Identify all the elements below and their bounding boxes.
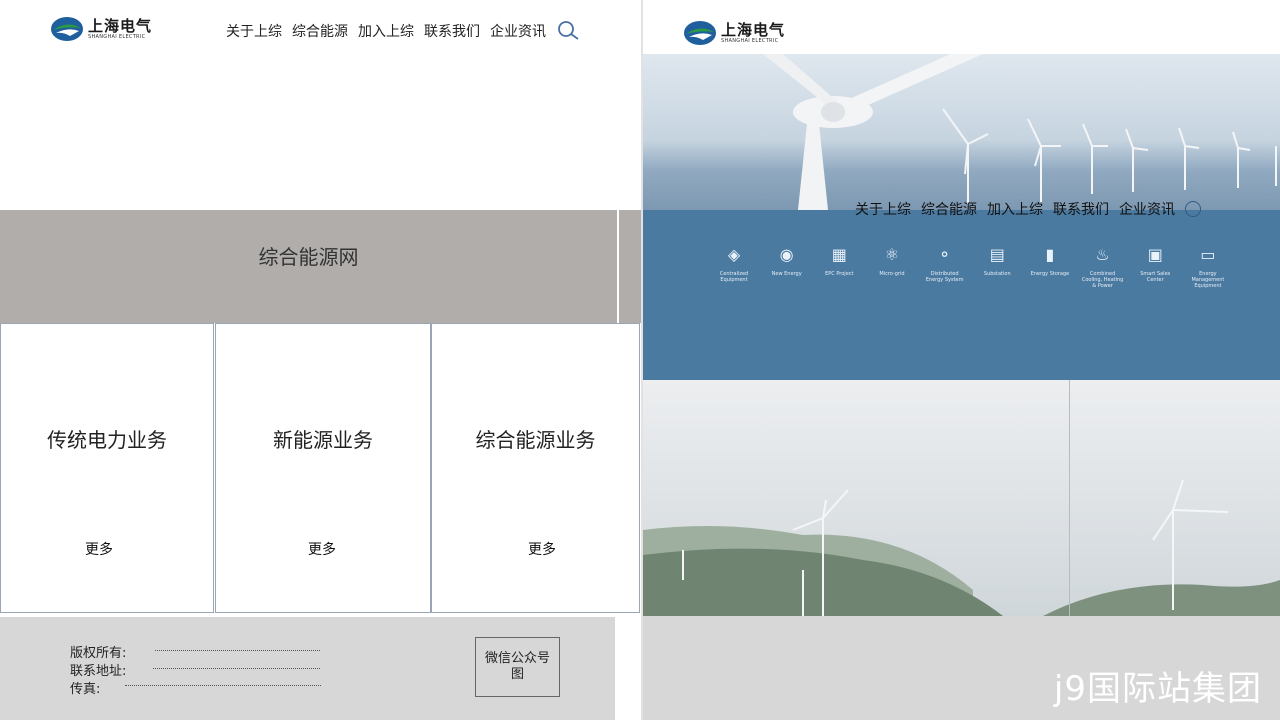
footer-copyright-value-line: [155, 650, 320, 652]
overlay-nav: 关于上综 综合能源 加入上综 联系我们 企业资讯: [855, 199, 1211, 219]
card-traditional-power[interactable]: 传统电力业务 更多: [0, 323, 214, 613]
sun-icon: ◉: [779, 245, 794, 264]
more-link[interactable]: 更多: [85, 539, 113, 559]
footer: j9国际站集团: [643, 616, 1280, 720]
flow-icon: ♨: [1095, 245, 1110, 264]
card-title: 新能源业务: [273, 428, 373, 452]
logo-en-text: SHANGHAI ELECTRIC: [721, 37, 779, 44]
search-icon[interactable]: [556, 19, 580, 43]
search-icon[interactable]: [1185, 201, 1201, 217]
card-integrated-energy[interactable]: 综合能源业务 更多: [431, 323, 640, 613]
shanghai-electric-logo-icon: [51, 17, 83, 41]
service-new-energy[interactable]: ◉ New Energy: [764, 244, 810, 289]
banner-title: 综合能源网: [258, 245, 359, 269]
service-substation[interactable]: ▤ Substation: [974, 244, 1020, 289]
landscape-divider: [1069, 380, 1070, 616]
service-chp[interactable]: ♨ Combined Cooling, Heating & Power: [1080, 244, 1126, 289]
nav-item-energy[interactable]: 综合能源: [921, 199, 977, 219]
logo-cn-text: 上海电气: [88, 16, 153, 35]
logo[interactable]: 上海电气 SHANGHAI ELECTRIC: [683, 20, 785, 46]
layers-icon: ◈: [727, 245, 741, 264]
building-icon: ▤: [989, 245, 1005, 264]
device-icon: ▭: [1200, 245, 1216, 264]
shanghai-electric-logo-icon: [684, 21, 716, 45]
footer-fax-label: 传真:: [70, 682, 101, 697]
logo-en-text: SHANGHAI ELECTRIC: [88, 33, 146, 40]
services-icon-row: ◈ Centralized Equipment ◉ New Energy ▦ E…: [711, 244, 1231, 289]
nav-item-join[interactable]: 加入上综: [358, 21, 414, 41]
service-centralized-equipment[interactable]: ◈ Centralized Equipment: [711, 244, 757, 289]
banner-side-strip: [619, 210, 641, 323]
footer-fax-value-line: [125, 685, 321, 687]
footer-copyright-label: 版权所有:: [70, 646, 127, 661]
service-distributed-energy[interactable]: ⚬ Distributed Energy System: [922, 244, 968, 289]
nav-item-about[interactable]: 关于上综: [226, 21, 282, 41]
nav-item-join[interactable]: 加入上综: [987, 199, 1043, 219]
battery-icon: ▮: [1045, 245, 1055, 264]
nav-item-contact[interactable]: 联系我们: [424, 21, 480, 41]
more-link[interactable]: 更多: [308, 539, 336, 559]
nav-item-news[interactable]: 企业资讯: [490, 21, 546, 41]
landscape-image: [643, 380, 1280, 616]
service-energy-management[interactable]: ▭ Energy Management Equipment: [1185, 244, 1231, 289]
services-band: [643, 210, 1280, 380]
nav-item-energy[interactable]: 综合能源: [292, 21, 348, 41]
grid-icon: ▦: [831, 245, 847, 264]
card-title: 传统电力业务: [47, 428, 167, 452]
main-nav: 关于上综 综合能源 加入上综 联系我们 企业资讯: [226, 19, 580, 43]
network-icon: ⚬: [937, 245, 952, 264]
service-energy-storage[interactable]: ▮ Energy Storage: [1027, 244, 1073, 289]
card-new-energy[interactable]: 新能源业务 更多: [215, 323, 431, 613]
mountain-wind-farm-illustration: [643, 479, 1280, 616]
logo-cn-text: 上海电气: [721, 20, 786, 39]
service-smart-sales[interactable]: ▣ Smart Sales Center: [1132, 244, 1178, 289]
left-panel: 上海电气 SHANGHAI ELECTRIC 关于上综 综合能源 加入上综 联系…: [0, 0, 641, 720]
nav-item-news[interactable]: 企业资讯: [1119, 199, 1175, 219]
service-micro-grid[interactable]: ⚛ Micro-grid: [869, 244, 915, 289]
wind-turbine-illustration: [763, 54, 1277, 210]
footer-address-label: 联系地址:: [70, 664, 127, 679]
logo[interactable]: 上海电气 SHANGHAI ELECTRIC: [50, 16, 152, 42]
nav-item-contact[interactable]: 联系我们: [1053, 199, 1109, 219]
footer: 版权所有: 联系地址: 传真: 微信公众号图: [0, 617, 615, 720]
right-panel: 上海电气 SHANGHAI ELECTRIC 关于上综 综合能源 加入上综 联系…: [643, 0, 1280, 720]
watermark-text: j9国际站集团: [1053, 669, 1262, 709]
atom-icon: ⚛: [884, 245, 900, 264]
wind-turbine-hero-image: [643, 54, 1280, 210]
card-title: 综合能源业务: [475, 428, 596, 452]
nav-item-about[interactable]: 关于上综: [855, 199, 911, 219]
wechat-qr-placeholder: 微信公众号图: [475, 637, 560, 697]
footer-address-value-line: [153, 668, 320, 670]
service-epc-project[interactable]: ▦ EPC Project: [816, 244, 862, 289]
more-link[interactable]: 更多: [528, 539, 556, 559]
monitor-icon: ▣: [1147, 245, 1163, 264]
